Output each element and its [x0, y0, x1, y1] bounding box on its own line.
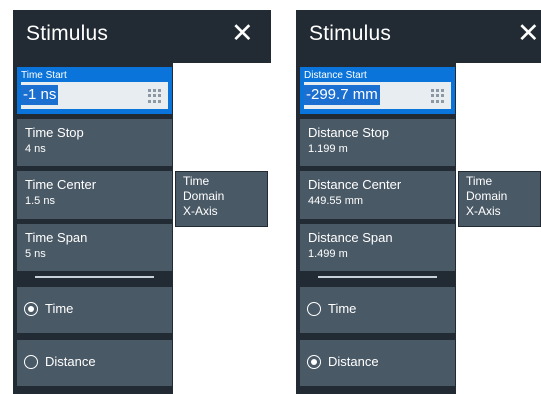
radio-label: Distance [328, 354, 379, 369]
distance-start-value[interactable]: -299.7 mm [304, 85, 380, 105]
stimulus-panel-distance: Stimulus ✕ Distance Start -299.7 mm Dist… [296, 10, 541, 394]
time-span-button[interactable]: Time Span 5 ns [17, 224, 172, 271]
distance-stop-button[interactable]: Distance Stop 1.199 m [300, 119, 455, 166]
radio-time[interactable]: Time [17, 287, 172, 333]
radio-icon[interactable] [307, 302, 321, 316]
distance-start-field[interactable]: Distance Start -299.7 mm [300, 67, 455, 114]
radio-label: Time [328, 301, 357, 316]
button-label: Distance Span [308, 230, 393, 245]
tooltip-line: Domain [183, 189, 225, 203]
button-value: 1.199 m [308, 143, 348, 155]
close-icon[interactable]: ✕ [231, 18, 254, 48]
radio-distance[interactable]: Distance [17, 340, 172, 386]
stimulus-panel-time: Stimulus ✕ Time Start -1 ns Time Stop 4 … [13, 10, 271, 394]
radio-icon[interactable] [307, 355, 321, 369]
divider [318, 276, 437, 278]
button-label: Time Center [25, 177, 97, 192]
radio-distance[interactable]: Distance [300, 340, 455, 386]
button-value: 5 ns [25, 248, 46, 260]
distance-start-label: Distance Start [304, 70, 367, 81]
button-value: 449.55 mm [308, 195, 364, 207]
radio-icon[interactable] [24, 302, 38, 316]
time-stop-button[interactable]: Time Stop 4 ns [17, 119, 172, 166]
time-start-input[interactable]: -1 ns [21, 82, 168, 109]
time-start-value[interactable]: -1 ns [21, 85, 59, 105]
radio-label: Time [45, 301, 74, 316]
button-value: 1.499 m [308, 248, 348, 260]
radio-time[interactable]: Time [300, 287, 455, 333]
panel-header: Stimulus ✕ [296, 10, 541, 63]
time-start-field[interactable]: Time Start -1 ns [17, 67, 172, 114]
time-center-button[interactable]: Time Center 1.5 ns [17, 171, 172, 219]
x-axis-tooltip: Time Domain X-Axis [175, 171, 268, 227]
distance-center-button[interactable]: Distance Center 449.55 mm [300, 171, 455, 219]
panel-title: Stimulus [309, 22, 392, 45]
x-axis-tooltip: Time Domain X-Axis [458, 171, 541, 227]
close-icon[interactable]: ✕ [517, 18, 540, 48]
button-label: Time Span [25, 230, 88, 245]
distance-start-input[interactable]: -299.7 mm [304, 82, 451, 109]
button-label: Time Stop [25, 125, 84, 140]
button-label: Distance Stop [308, 125, 389, 140]
button-value: 1.5 ns [25, 195, 55, 207]
tooltip-line: Time [466, 174, 493, 188]
panel-title: Stimulus [26, 22, 109, 45]
divider [35, 276, 154, 278]
keypad-icon[interactable] [148, 89, 162, 103]
radio-icon[interactable] [24, 355, 38, 369]
tooltip-line: X-Axis [466, 204, 501, 218]
tooltip-line: X-Axis [183, 204, 218, 218]
tooltip-line: Domain [466, 189, 508, 203]
tooltip-line: Time [183, 174, 210, 188]
distance-span-button[interactable]: Distance Span 1.499 m [300, 224, 455, 271]
softkey-column: Distance Start -299.7 mm Distance Stop 1… [296, 63, 456, 394]
panel-header: Stimulus ✕ [13, 10, 271, 63]
button-value: 4 ns [25, 143, 46, 155]
time-start-label: Time Start [21, 70, 67, 81]
keypad-icon[interactable] [431, 89, 445, 103]
softkey-column: Time Start -1 ns Time Stop 4 ns Time Cen… [13, 63, 173, 394]
radio-label: Distance [45, 354, 96, 369]
button-label: Distance Center [308, 177, 402, 192]
